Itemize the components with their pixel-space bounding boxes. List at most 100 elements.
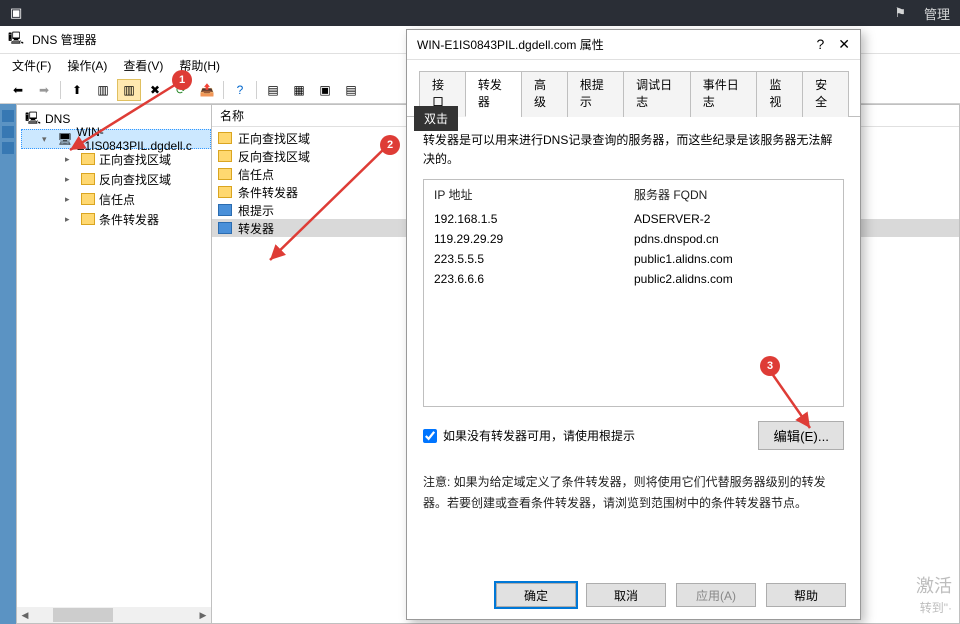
tree-server-node[interactable]: ▾ 🖥 WIN-E1IS0843PIL.dgdell.c: [21, 129, 211, 149]
tree-scrollbar[interactable]: ◀ ▶: [17, 607, 211, 623]
list-item-label: 反向查找区域: [238, 148, 310, 165]
forwarder-row[interactable]: 223.5.5.5public1.alidns.com: [424, 249, 843, 269]
folder-icon: [218, 168, 232, 180]
left-dock-strip: [0, 104, 16, 624]
row-fqdn: public2.alidns.com: [634, 272, 733, 286]
separator: [223, 81, 224, 99]
forwarder-row[interactable]: 192.168.1.5ADSERVER-2: [424, 209, 843, 229]
watermark-1: 激活: [916, 572, 952, 598]
expander-icon[interactable]: ▾: [42, 134, 53, 145]
expander-icon[interactable]: ▸: [65, 214, 77, 225]
menu-view[interactable]: 查看(V): [117, 55, 169, 76]
tab-root-hints[interactable]: 根提示: [567, 71, 624, 117]
forwarders-description: 转发器是可以用来进行DNS记录查询的服务器，而这些纪录是该服务器无法解决的。: [423, 131, 844, 169]
tab-advanced[interactable]: 高级: [521, 71, 568, 117]
tab-debug-log[interactable]: 调试日志: [623, 71, 691, 117]
forwarders-header: IP 地址 服务器 FQDN: [424, 180, 843, 209]
folder-icon: [218, 150, 232, 162]
icon-btn-d[interactable]: ▤: [339, 79, 363, 101]
use-root-hints-checkbox[interactable]: 如果没有转发器可用，请使用根提示: [423, 427, 635, 444]
icon-btn-c[interactable]: ▣: [313, 79, 337, 101]
scroll-thumb[interactable]: [53, 608, 113, 622]
dock-item[interactable]: [2, 142, 14, 154]
tree-conditional-fwd[interactable]: ▸ 条件转发器: [21, 209, 211, 229]
list-item-label: 信任点: [238, 166, 274, 183]
tab-event-log[interactable]: 事件日志: [690, 71, 758, 117]
help-button[interactable]: 帮助: [766, 583, 846, 607]
folder-icon: [81, 193, 95, 205]
tree-root-label: DNS: [45, 112, 70, 126]
properties-dialog: WIN-E1IS0843PIL.dgdell.com 属性 ? ✕ 接口 转发器…: [406, 29, 861, 620]
forwarder-row[interactable]: 119.29.29.29pdns.dnspod.cn: [424, 229, 843, 249]
scroll-right-icon[interactable]: ▶: [195, 607, 211, 623]
topbar-label[interactable]: 管理: [924, 4, 950, 23]
window-title-text: DNS 管理器: [32, 31, 97, 48]
expander-icon[interactable]: ▸: [65, 194, 77, 205]
tree-trust-points[interactable]: ▸ 信任点: [21, 189, 211, 209]
tab-forwarders[interactable]: 转发器: [465, 71, 522, 117]
tree-item-label: 正向查找区域: [99, 151, 171, 168]
expander-icon[interactable]: ▸: [65, 174, 77, 185]
tab-body: 转发器是可以用来进行DNS记录查询的服务器，而这些纪录是该服务器无法解决的。 I…: [407, 117, 860, 571]
list-item-label: 正向查找区域: [238, 130, 310, 147]
double-click-tooltip: 双击: [414, 106, 458, 131]
icon-btn-a[interactable]: ▤: [261, 79, 285, 101]
flag-icon[interactable]: ⚑: [894, 5, 906, 21]
tree-item-label: 信任点: [99, 191, 135, 208]
forward-button[interactable]: ➡: [32, 79, 56, 101]
col-ip: IP 地址: [434, 186, 634, 203]
cancel-button[interactable]: 取消: [586, 583, 666, 607]
tree-server-label: WIN-E1IS0843PIL.dgdell.c: [76, 125, 210, 153]
row-fqdn: ADSERVER-2: [634, 212, 710, 226]
dock-item[interactable]: [2, 126, 14, 138]
row-ip: 192.168.1.5: [434, 212, 634, 226]
properties-button-2[interactable]: ▥: [117, 79, 141, 101]
list-item-label: 根提示: [238, 202, 274, 219]
show-hide-tree-button[interactable]: ▥: [91, 79, 115, 101]
dialog-titlebar[interactable]: WIN-E1IS0843PIL.dgdell.com 属性 ? ✕: [407, 30, 860, 60]
dialog-help-icon[interactable]: ?: [816, 36, 824, 53]
up-button[interactable]: ⬆: [65, 79, 89, 101]
export-button[interactable]: 📤: [195, 79, 219, 101]
server-icon[interactable]: ▣: [10, 5, 22, 20]
forwarder-row[interactable]: 223.6.6.6public2.alidns.com: [424, 269, 843, 289]
separator: [256, 81, 257, 99]
tab-security[interactable]: 安全: [802, 71, 849, 117]
delete-button[interactable]: ✖: [143, 79, 167, 101]
blue-folder-icon: [218, 204, 232, 216]
close-icon[interactable]: ✕: [838, 36, 850, 53]
tree-reverse-zones[interactable]: ▸ 反向查找区域: [21, 169, 211, 189]
menu-file[interactable]: 文件(F): [6, 55, 57, 76]
list-item-label: 条件转发器: [238, 184, 298, 201]
back-button[interactable]: ⬅: [6, 79, 30, 101]
folder-icon: [218, 132, 232, 144]
row-ip: 119.29.29.29: [434, 232, 634, 246]
folder-icon: [81, 213, 95, 225]
folder-icon: [81, 173, 95, 185]
dns-root-icon: 🖳: [25, 109, 41, 130]
server-icon: 🖥: [57, 132, 72, 146]
ok-button[interactable]: 确定: [496, 583, 576, 607]
scroll-left-icon[interactable]: ◀: [17, 607, 33, 623]
edit-button[interactable]: 编辑(E)...: [758, 421, 844, 450]
row-ip: 223.6.6.6: [434, 272, 634, 286]
forwarders-listbox[interactable]: IP 地址 服务器 FQDN 192.168.1.5ADSERVER-2 119…: [423, 179, 844, 407]
root-hints-label: 如果没有转发器可用，请使用根提示: [443, 427, 635, 444]
column-name: 名称: [220, 107, 244, 124]
row-fqdn: pdns.dnspod.cn: [634, 232, 719, 246]
blue-folder-icon: [218, 222, 232, 234]
help-button[interactable]: ?: [228, 79, 252, 101]
expander-icon[interactable]: ▸: [65, 154, 77, 165]
icon-btn-b[interactable]: ▦: [287, 79, 311, 101]
tree-item-label: 反向查找区域: [99, 171, 171, 188]
menu-action[interactable]: 操作(A): [61, 55, 113, 76]
tab-monitor[interactable]: 监视: [756, 71, 803, 117]
dock-item[interactable]: [2, 110, 14, 122]
root-hints-check[interactable]: [423, 429, 437, 443]
dialog-footer: 确定 取消 应用(A) 帮助: [407, 571, 860, 619]
folder-icon: [218, 186, 232, 198]
app-top-bar: ▣ ⚑ 管理: [0, 0, 960, 26]
tab-strip: 接口 转发器 高级 根提示 调试日志 事件日志 监视 安全: [407, 60, 860, 117]
apply-button[interactable]: 应用(A): [676, 583, 756, 607]
tree-pane: 🖳 DNS ▾ 🖥 WIN-E1IS0843PIL.dgdell.c ▸ 正向查…: [16, 104, 212, 624]
